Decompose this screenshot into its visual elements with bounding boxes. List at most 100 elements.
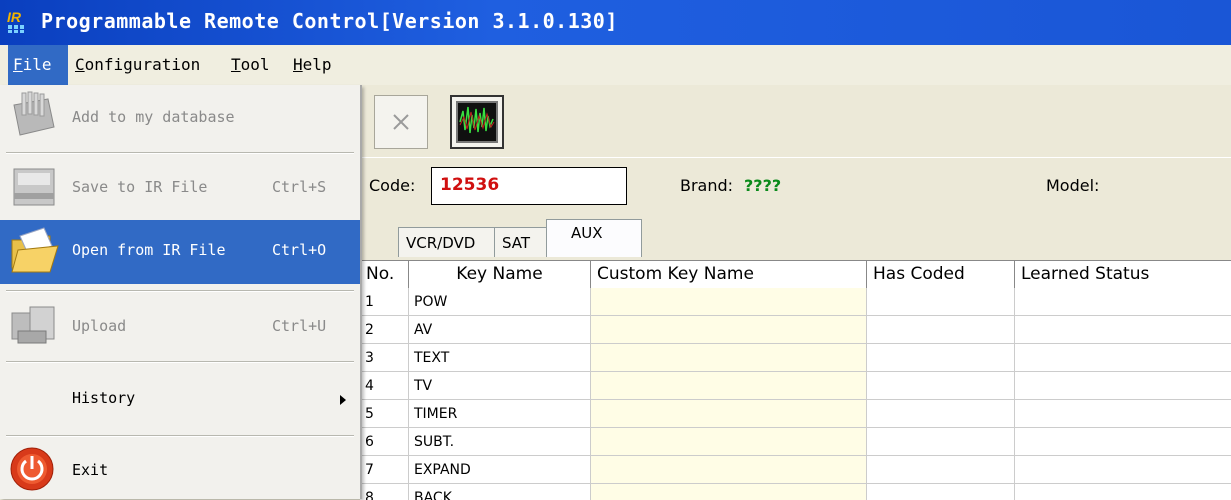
menu-separator <box>6 361 354 363</box>
menu-item-add-to-database[interactable]: Add to my database <box>0 85 360 151</box>
col-header-key-name[interactable]: Key Name <box>409 261 591 288</box>
cell-learned-status <box>1015 344 1231 372</box>
menu-bar: File Configuration Tool Help <box>0 45 1231 86</box>
cell-learned-status <box>1015 484 1231 500</box>
cell-learned-status <box>1015 400 1231 428</box>
cell-no: 8 <box>360 484 409 500</box>
menu-item-shortcut: Ctrl+S <box>272 178 327 196</box>
table-row[interactable]: 6 SUBT. <box>360 428 1231 456</box>
waveform-icon <box>456 101 498 143</box>
cell-no: 4 <box>360 372 409 400</box>
menu-item-open-from-ir-file[interactable]: Open from IR File Ctrl+O <box>0 220 360 284</box>
col-header-learned-status[interactable]: Learned Status <box>1015 261 1231 288</box>
menu-item-label: Upload <box>72 317 127 335</box>
waveform-button[interactable] <box>450 95 504 149</box>
cell-has-coded <box>867 316 1015 344</box>
cell-custom-key-name[interactable] <box>591 456 867 484</box>
cell-has-coded <box>867 288 1015 316</box>
col-header-no[interactable]: No. <box>360 261 409 288</box>
menu-separator <box>6 152 354 154</box>
menu-item-shortcut: Ctrl+O <box>272 241 327 259</box>
window-title: Programmable Remote Control[Version 3.1.… <box>41 9 618 33</box>
cell-custom-key-name[interactable] <box>591 344 867 372</box>
exit-icon <box>8 443 62 495</box>
menu-item-label: Save to IR File <box>72 178 208 196</box>
toolbar <box>360 85 1231 157</box>
cell-no: 2 <box>360 316 409 344</box>
delete-button[interactable] <box>374 95 428 149</box>
cell-learned-status <box>1015 316 1231 344</box>
cell-no: 3 <box>360 344 409 372</box>
upload-icon <box>8 301 62 353</box>
cell-has-coded <box>867 344 1015 372</box>
brand-label: Brand: <box>680 176 734 195</box>
cell-no: 1 <box>360 288 409 316</box>
cell-key-name: TV <box>409 372 591 400</box>
save-file-icon <box>8 163 62 215</box>
cell-custom-key-name[interactable] <box>591 288 867 316</box>
cell-custom-key-name[interactable] <box>591 484 867 500</box>
cell-learned-status <box>1015 428 1231 456</box>
menu-item-history[interactable]: History <box>0 365 360 433</box>
menu-configuration[interactable]: Configuration <box>70 45 220 85</box>
file-menu-dropdown: Add to my database Save to IR File Ctrl+… <box>0 85 362 499</box>
cell-has-coded <box>867 400 1015 428</box>
tab-aux[interactable]: AUX <box>546 219 642 257</box>
app-icon: IR <box>6 8 36 34</box>
menu-item-upload[interactable]: Upload Ctrl+U <box>0 293 360 359</box>
brand-value: ???? <box>744 176 782 195</box>
database-folder-icon <box>8 91 62 143</box>
tab-bar: VCR/DVD SAT AUX <box>360 215 1231 259</box>
menu-tool[interactable]: Tool <box>226 45 286 85</box>
cell-key-name: EXPAND <box>409 456 591 484</box>
svg-text:IR: IR <box>7 9 22 25</box>
cell-key-name: AV <box>409 316 591 344</box>
open-folder-icon <box>8 226 62 278</box>
cell-key-name: BACK <box>409 484 591 500</box>
key-table: No. Key Name Custom Key Name Has Coded L… <box>360 260 1231 500</box>
cell-no: 5 <box>360 400 409 428</box>
cell-has-coded <box>867 456 1015 484</box>
menu-help[interactable]: Help <box>288 45 348 85</box>
table-row[interactable]: 3 TEXT <box>360 344 1231 372</box>
menu-item-label: Exit <box>72 461 109 479</box>
cell-key-name: SUBT. <box>409 428 591 456</box>
cell-learned-status <box>1015 372 1231 400</box>
cell-learned-status <box>1015 288 1231 316</box>
cell-has-coded <box>867 484 1015 500</box>
table-row[interactable]: 5 TIMER <box>360 400 1231 428</box>
close-x-icon <box>393 114 409 130</box>
info-bar: Code: 12536 Brand: ???? Model: <box>360 157 1231 216</box>
menu-separator <box>6 435 354 437</box>
code-label: Code: <box>369 176 416 195</box>
cell-learned-status <box>1015 456 1231 484</box>
cell-custom-key-name[interactable] <box>591 428 867 456</box>
cell-custom-key-name[interactable] <box>591 316 867 344</box>
tab-sat[interactable]: SAT <box>494 227 546 257</box>
table-row[interactable]: 2 AV <box>360 316 1231 344</box>
submenu-arrow-icon <box>340 395 346 405</box>
table-row[interactable]: 4 TV <box>360 372 1231 400</box>
menu-item-save-to-ir-file[interactable]: Save to IR File Ctrl+S <box>0 157 360 219</box>
code-field[interactable]: 12536 <box>431 167 627 205</box>
cell-has-coded <box>867 428 1015 456</box>
col-header-custom-key-name[interactable]: Custom Key Name <box>591 261 867 288</box>
menu-item-label: Open from IR File <box>72 241 226 259</box>
menu-file[interactable]: File <box>8 45 68 85</box>
title-bar: IR Programmable Remote Control[Version 3… <box>0 0 1231 45</box>
tab-vcr-dvd[interactable]: VCR/DVD <box>398 227 494 257</box>
col-header-has-coded[interactable]: Has Coded <box>867 261 1015 288</box>
menu-item-exit[interactable]: Exit <box>0 439 360 499</box>
cell-no: 7 <box>360 456 409 484</box>
menu-separator <box>6 290 354 292</box>
table-row[interactable]: 1 POW <box>360 288 1231 316</box>
cell-key-name: TEXT <box>409 344 591 372</box>
table-row[interactable]: 7 EXPAND <box>360 456 1231 484</box>
table-row[interactable]: 8 BACK <box>360 484 1231 500</box>
menu-item-shortcut: Ctrl+U <box>272 317 327 335</box>
cell-no: 6 <box>360 428 409 456</box>
cell-custom-key-name[interactable] <box>591 400 867 428</box>
menu-item-label: Add to my database <box>72 108 235 126</box>
cell-custom-key-name[interactable] <box>591 372 867 400</box>
model-label: Model: <box>1046 176 1100 195</box>
